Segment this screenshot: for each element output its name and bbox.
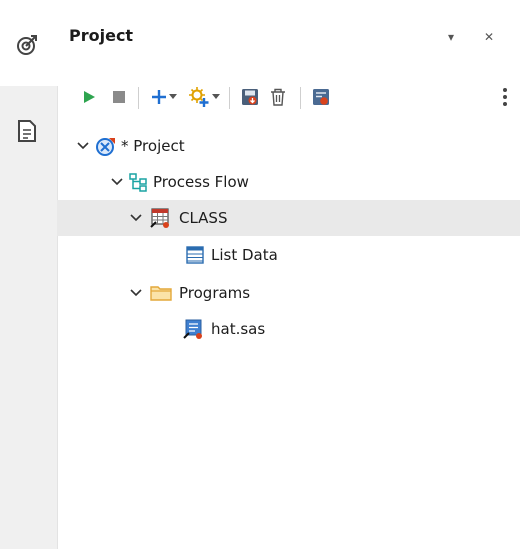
tree-item-label: CLASS (179, 209, 228, 227)
new-task-icon[interactable] (187, 82, 211, 112)
tree-item-label: hat.sas (211, 320, 266, 338)
folder-icon (149, 281, 173, 305)
tree-item-label: * Project (121, 137, 185, 155)
tree-item-label: Programs (179, 284, 251, 302)
save-icon[interactable] (239, 82, 261, 112)
project-icon (94, 134, 118, 158)
process-flow-icon (126, 170, 150, 194)
tree-item-project[interactable]: * Project (57, 128, 520, 164)
close-icon[interactable]: ✕ (480, 28, 498, 46)
tree-item-process-flow[interactable]: Process Flow (57, 164, 520, 200)
chevron-down-icon[interactable] (76, 139, 90, 153)
properties-icon[interactable] (310, 82, 332, 112)
panel-title: Project (69, 26, 134, 45)
toolbar-separator (229, 87, 230, 109)
tree-item-hat-sas[interactable]: hat.sas (57, 311, 520, 347)
run-icon[interactable] (79, 82, 99, 112)
tree-item-class[interactable]: CLASS (57, 200, 520, 236)
panel-menu-icon[interactable]: ▾ (442, 28, 460, 46)
document-icon[interactable] (14, 118, 40, 144)
dropdown-arrow-icon[interactable] (211, 82, 221, 112)
tree-item-label: Process Flow (153, 173, 249, 191)
list-data-icon (183, 243, 207, 267)
sas-program-icon (181, 317, 205, 341)
stop-icon[interactable] (109, 82, 129, 112)
chevron-down-icon[interactable] (129, 211, 143, 225)
more-icon[interactable] (499, 82, 511, 112)
tree-item-programs[interactable]: Programs (57, 275, 520, 311)
add-icon[interactable] (149, 82, 169, 112)
project-panel: Project ▾ ✕ * Project Process Flow CLASS… (57, 0, 520, 549)
chevron-down-icon[interactable] (110, 175, 124, 189)
tree-item-label: List Data (211, 246, 278, 264)
activity-strip-top (0, 0, 57, 86)
activity-strip (0, 86, 58, 549)
toolbar (79, 82, 519, 112)
toolbar-separator (138, 87, 139, 109)
delete-icon[interactable] (267, 82, 289, 112)
table-icon (148, 206, 172, 230)
toolbar-separator (300, 87, 301, 109)
project-explorer-icon[interactable] (14, 32, 40, 58)
tree-item-list-data[interactable]: List Data (57, 237, 520, 273)
chevron-down-icon[interactable] (129, 286, 143, 300)
dropdown-arrow-icon[interactable] (168, 82, 178, 112)
